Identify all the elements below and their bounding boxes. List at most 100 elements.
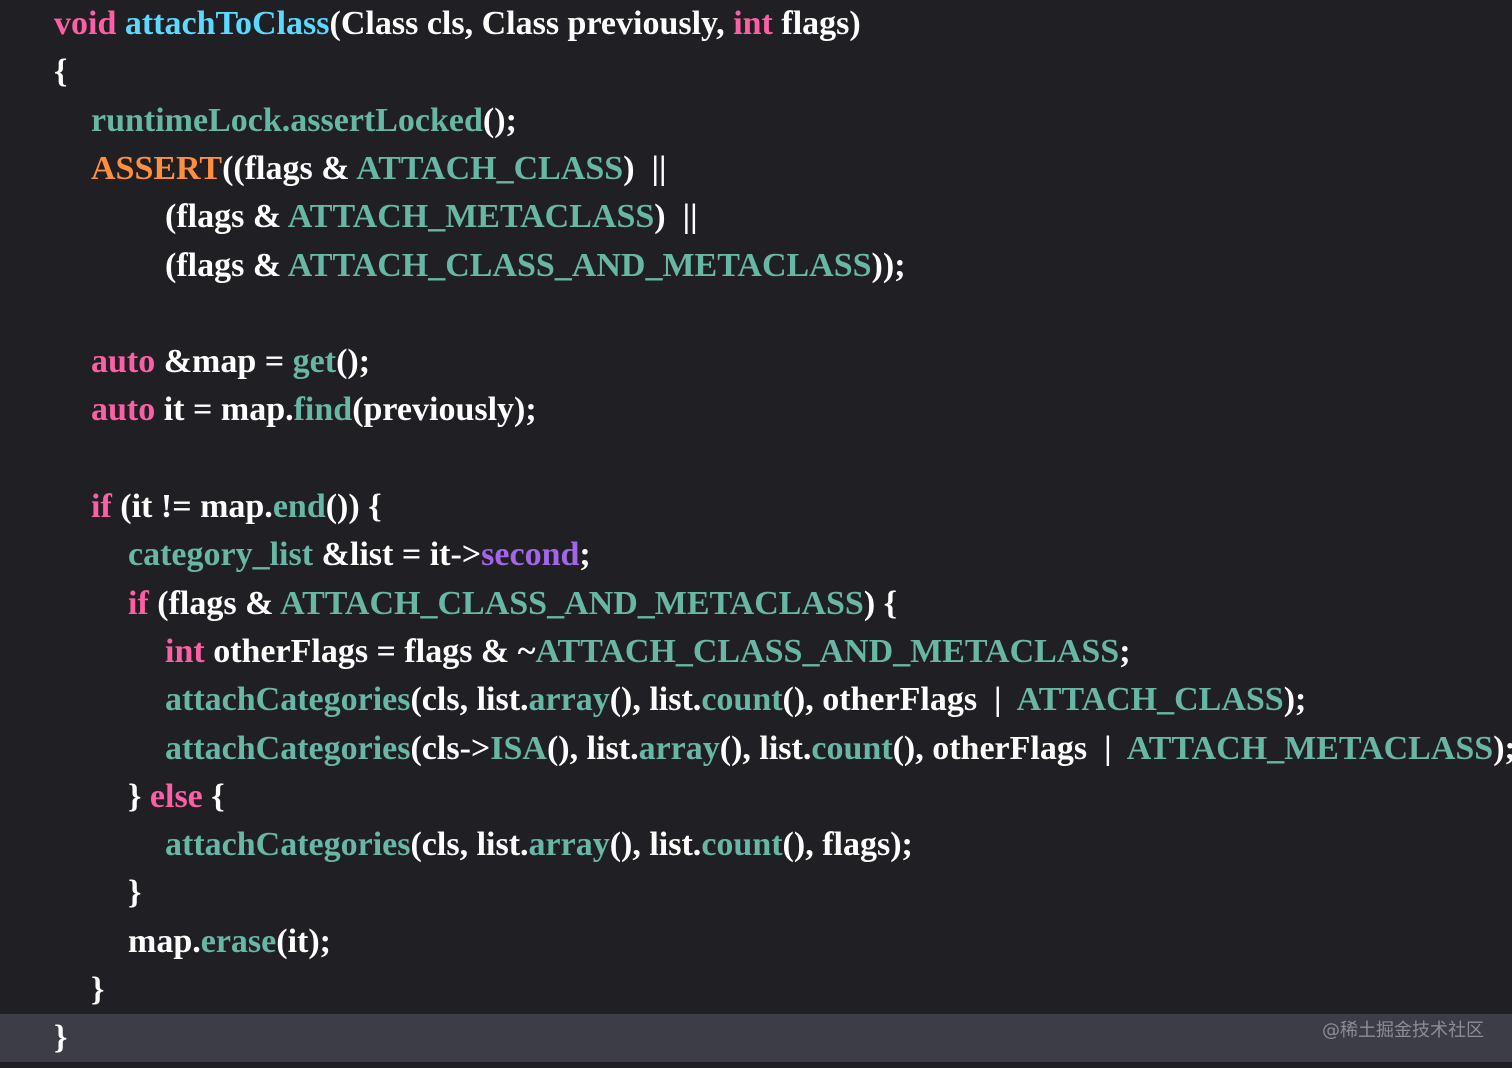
code-token-plain: { xyxy=(202,777,225,815)
code-line-text: } xyxy=(54,1014,67,1062)
code-token-plain: (), otherFlags | xyxy=(782,681,1017,719)
code-line[interactable]: int otherFlags = flags & ~ATTACH_CLASS_A… xyxy=(0,628,1512,676)
code-token-plain: (), list. xyxy=(719,729,812,767)
code-token-function: ATTACH_METACLASS xyxy=(287,198,655,236)
code-line-text: attachCategories(cls->ISA(), list.array(… xyxy=(165,725,1512,773)
code-token-plain: (previously); xyxy=(352,391,537,429)
code-token-plain: (), list. xyxy=(609,681,702,719)
code-line-text: attachCategories(cls, list.array(), list… xyxy=(165,821,913,869)
code-token-function: array xyxy=(528,681,610,719)
code-token-keyword: int xyxy=(165,632,205,670)
code-token-keyword: auto xyxy=(91,391,156,429)
code-token-plain: (it); xyxy=(276,922,331,960)
code-token-plain: ((flags & xyxy=(222,149,357,187)
code-token-plain: ); xyxy=(1283,681,1307,719)
code-token-plain: map. xyxy=(128,922,201,960)
code-line-text: void attachToClass(Class cls, Class prev… xyxy=(54,0,861,48)
code-line-text: int otherFlags = flags & ~ATTACH_CLASS_A… xyxy=(165,628,1131,676)
code-editor[interactable]: void attachToClass(Class cls, Class prev… xyxy=(0,0,1512,1068)
code-line-text: (flags & ATTACH_CLASS_AND_METACLASS)); xyxy=(165,242,906,290)
code-line[interactable]: (flags & ATTACH_METACLASS) || xyxy=(0,193,1512,241)
code-token-plain: ); xyxy=(1493,729,1512,767)
code-token-keyword: int xyxy=(733,5,773,42)
code-token-keyword: else xyxy=(149,777,203,815)
code-token-plain: ; xyxy=(579,536,591,574)
code-line[interactable]: if (it != map.end()) { xyxy=(0,483,1512,531)
code-line[interactable]: } else { xyxy=(0,773,1512,821)
code-token-plain: (cls, list. xyxy=(410,681,529,719)
code-line[interactable]: attachCategories(cls, list.array(), list… xyxy=(0,676,1512,724)
code-line[interactable]: map.erase(it); xyxy=(0,918,1512,966)
code-token-plain: flags) xyxy=(772,5,861,42)
code-line[interactable] xyxy=(0,290,1512,338)
code-line-text: { xyxy=(54,48,67,96)
code-token-function: attachCategories xyxy=(165,729,411,767)
code-token-macro: ASSERT xyxy=(91,149,223,187)
code-token-plain: ()) { xyxy=(325,488,382,525)
code-token-plain: (); xyxy=(482,101,517,139)
code-line-text: if (it != map.end()) { xyxy=(91,483,382,531)
code-token-function: erase xyxy=(200,922,277,960)
code-token-plain: ) || xyxy=(654,198,698,236)
code-line[interactable]: auto &map = get(); xyxy=(0,338,1512,386)
code-line-text: (flags & ATTACH_METACLASS) || xyxy=(165,193,698,241)
code-token-plain: (); xyxy=(336,343,371,381)
code-line[interactable]: } xyxy=(0,869,1512,917)
code-token-function: array xyxy=(638,729,720,767)
code-line[interactable]: auto it = map.find(previously); xyxy=(0,386,1512,434)
code-line-text: auto it = map.find(previously); xyxy=(91,386,537,434)
code-line[interactable]: (flags & ATTACH_CLASS_AND_METACLASS)); xyxy=(0,242,1512,290)
code-line[interactable]: if (flags & ATTACH_CLASS_AND_METACLASS) … xyxy=(0,580,1512,628)
code-token-plain: ; xyxy=(1119,632,1131,670)
code-token-function: category_list xyxy=(128,536,314,574)
code-line-text: runtimeLock.assertLocked(); xyxy=(91,97,517,145)
code-token-keyword: void xyxy=(54,5,125,42)
code-line[interactable]: category_list &list = it->second; xyxy=(0,531,1512,579)
code-line-text: } xyxy=(91,966,104,1014)
watermark-text: @稀土掘金技术社区 xyxy=(1322,1020,1484,1041)
code-line[interactable]: } xyxy=(0,1014,1512,1063)
code-token-keyword: auto xyxy=(91,343,156,381)
code-line-text: attachCategories(cls, list.array(), list… xyxy=(165,676,1306,724)
code-token-plain: (), list. xyxy=(546,729,639,767)
code-line[interactable]: attachCategories(cls->ISA(), list.array(… xyxy=(0,725,1512,773)
code-token-plain: otherFlags = flags & ~ xyxy=(204,632,536,670)
code-token-keyword: if xyxy=(91,488,112,525)
code-token-plain: (cls, list. xyxy=(410,826,529,864)
code-token-function: ATTACH_CLASS xyxy=(1016,681,1284,719)
code-token-function: ATTACH_CLASS_AND_METACLASS xyxy=(535,632,1120,670)
code-line[interactable]: } xyxy=(0,966,1512,1014)
code-line[interactable]: void attachToClass(Class cls, Class prev… xyxy=(0,0,1512,48)
code-line[interactable]: attachCategories(cls, list.array(), list… xyxy=(0,821,1512,869)
code-token-plain: (flags & xyxy=(165,198,288,236)
code-line[interactable]: runtimeLock.assertLocked(); xyxy=(0,97,1512,145)
code-token-function: array xyxy=(528,826,610,864)
code-line-text: if (flags & ATTACH_CLASS_AND_METACLASS) … xyxy=(128,580,897,628)
code-token-function: ATTACH_CLASS_AND_METACLASS xyxy=(287,246,872,284)
code-token-plain: ) || xyxy=(623,149,667,187)
code-token-function: ATTACH_CLASS_AND_METACLASS xyxy=(280,584,864,622)
code-token-plain: } xyxy=(128,874,142,912)
code-line[interactable] xyxy=(0,435,1512,483)
code-token-plain: )); xyxy=(871,246,906,284)
code-token-plain: ) { xyxy=(863,584,898,622)
code-token-type: attachToClass xyxy=(124,5,330,42)
code-token-plain: (Class cls, Class previously, xyxy=(329,5,734,42)
code-token-function: count xyxy=(811,729,893,767)
code-token-plain: (it != map. xyxy=(111,488,273,525)
code-token-plain: } xyxy=(91,971,105,1008)
code-token-function: find xyxy=(293,391,353,429)
code-token-function: attachCategories xyxy=(165,681,411,719)
code-token-plain: &map = xyxy=(155,343,293,381)
code-line-text: } xyxy=(128,869,141,917)
code-line[interactable]: { xyxy=(0,48,1512,96)
code-token-plain: } xyxy=(54,1019,68,1057)
code-token-function: get xyxy=(292,343,337,381)
code-line[interactable]: ASSERT((flags & ATTACH_CLASS) || xyxy=(0,145,1512,193)
code-token-plain: (), list. xyxy=(609,826,702,864)
code-token-plain: (flags & xyxy=(148,584,281,622)
code-token-plain: (), otherFlags | xyxy=(892,729,1127,767)
code-token-function: count xyxy=(701,826,783,864)
code-token-function: attachCategories xyxy=(165,826,411,864)
code-token-plain: (flags & xyxy=(165,246,288,284)
